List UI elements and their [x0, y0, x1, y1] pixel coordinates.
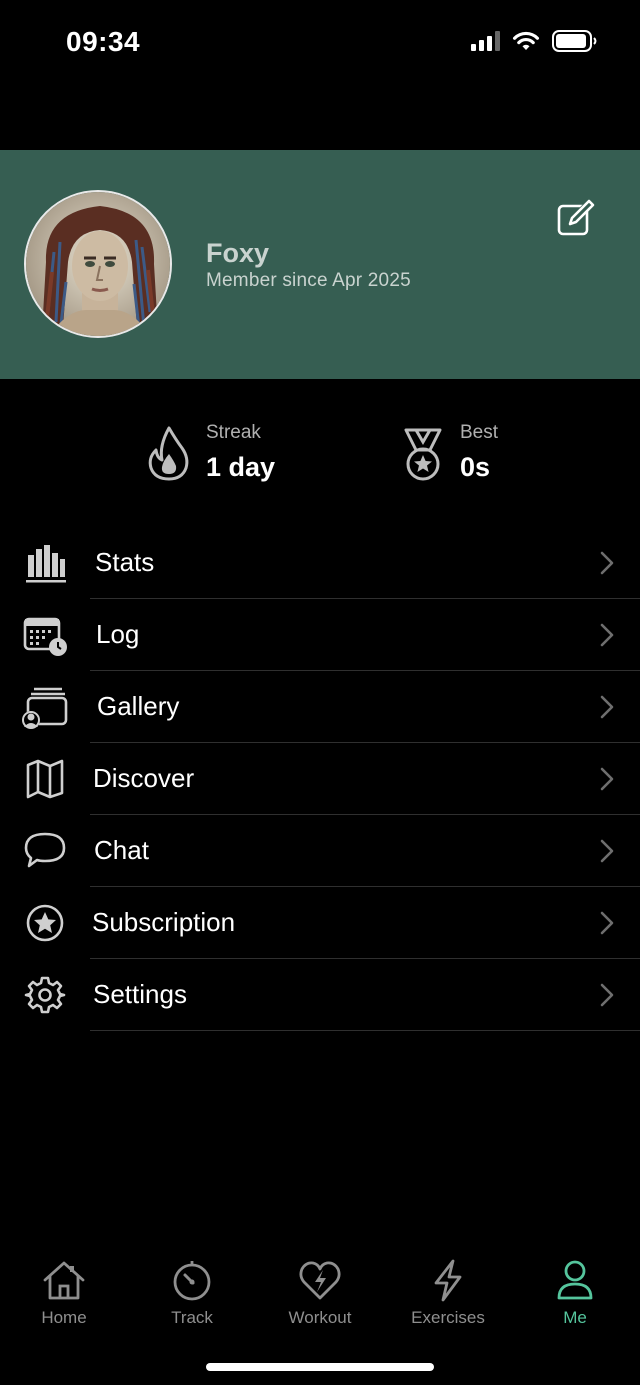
- menu-item-chat[interactable]: Chat: [0, 815, 640, 887]
- status-bar: 09:34: [0, 0, 640, 90]
- streak-stat: Streak 1 day: [146, 418, 346, 488]
- streak-value: 1 day: [206, 452, 276, 482]
- menu-item-label: Stats: [95, 547, 155, 577]
- lightning-icon: [434, 1259, 462, 1302]
- best-stat: Best 0s: [400, 418, 600, 488]
- tab-label: Exercises: [411, 1308, 485, 1327]
- menu-item-gallery[interactable]: Gallery: [0, 671, 640, 743]
- house-icon: [43, 1261, 85, 1300]
- best-value: 0s: [460, 452, 491, 482]
- medal-icon: [404, 428, 442, 481]
- tab-track[interactable]: Track: [128, 1250, 256, 1328]
- map-icon: [26, 759, 64, 799]
- avatar[interactable]: [24, 190, 172, 338]
- flame-icon: [148, 426, 189, 481]
- heart-bolt-icon: [299, 1261, 341, 1300]
- tab-label: Workout: [288, 1308, 352, 1327]
- best-label: Best: [460, 422, 499, 443]
- gear-icon: [24, 976, 66, 1014]
- chevron-right-icon: [600, 839, 614, 863]
- cellular-signal-icon: [471, 31, 500, 51]
- bar-chart-icon: [26, 545, 66, 583]
- status-time: 09:34: [66, 26, 141, 57]
- menu-item-discover[interactable]: Discover: [0, 743, 640, 815]
- tab-home[interactable]: Home: [0, 1250, 128, 1328]
- tab-bar: Home Track Workout Exercises Me: [0, 1250, 640, 1340]
- menu-item-settings[interactable]: Settings: [0, 959, 640, 1031]
- chevron-right-icon: [600, 551, 614, 575]
- streak-label: Streak: [206, 422, 261, 443]
- tab-exercises[interactable]: Exercises: [384, 1250, 512, 1328]
- menu-item-label: Discover: [93, 763, 195, 793]
- star-circle-icon: [26, 904, 64, 942]
- tab-label: Me: [563, 1308, 587, 1327]
- edit-profile-icon[interactable]: [556, 198, 596, 238]
- chevron-right-icon: [600, 695, 614, 719]
- profile-menu: Stats Log Gallery Discover Chat Subscrip…: [0, 527, 640, 1031]
- battery-icon: [552, 30, 597, 52]
- menu-item-subscription[interactable]: Subscription: [0, 887, 640, 959]
- menu-item-label: Settings: [93, 979, 187, 1009]
- tab-label: Home: [41, 1308, 87, 1327]
- member-since-text: Member since Apr 2025: [206, 270, 411, 291]
- stopwatch-icon: [173, 1261, 211, 1301]
- menu-item-label: Log: [96, 619, 140, 649]
- tab-me[interactable]: Me: [511, 1250, 639, 1328]
- avatar-portrait-image: [26, 192, 170, 336]
- home-indicator[interactable]: [206, 1363, 434, 1371]
- profile-header: Foxy Member since Apr 2025: [0, 150, 640, 379]
- wifi-icon: [513, 31, 539, 50]
- chevron-right-icon: [600, 767, 614, 791]
- menu-item-label: Gallery: [97, 691, 180, 721]
- tab-label: Track: [171, 1308, 213, 1327]
- chevron-right-icon: [600, 623, 614, 647]
- menu-item-label: Subscription: [92, 907, 236, 937]
- chevron-right-icon: [600, 983, 614, 1007]
- calendar-clock-icon: [23, 617, 67, 656]
- chat-bubble-icon: [24, 832, 66, 868]
- tab-workout[interactable]: Workout: [256, 1250, 384, 1328]
- menu-item-stats[interactable]: Stats: [0, 527, 640, 599]
- profile-name: Foxy: [206, 238, 270, 268]
- menu-item-label: Chat: [94, 835, 149, 865]
- status-icons: [471, 30, 598, 52]
- gallery-icon: [22, 687, 68, 729]
- person-icon: [557, 1260, 593, 1300]
- divider: [90, 1030, 640, 1031]
- menu-item-log[interactable]: Log: [0, 599, 640, 671]
- chevron-right-icon: [600, 911, 614, 935]
